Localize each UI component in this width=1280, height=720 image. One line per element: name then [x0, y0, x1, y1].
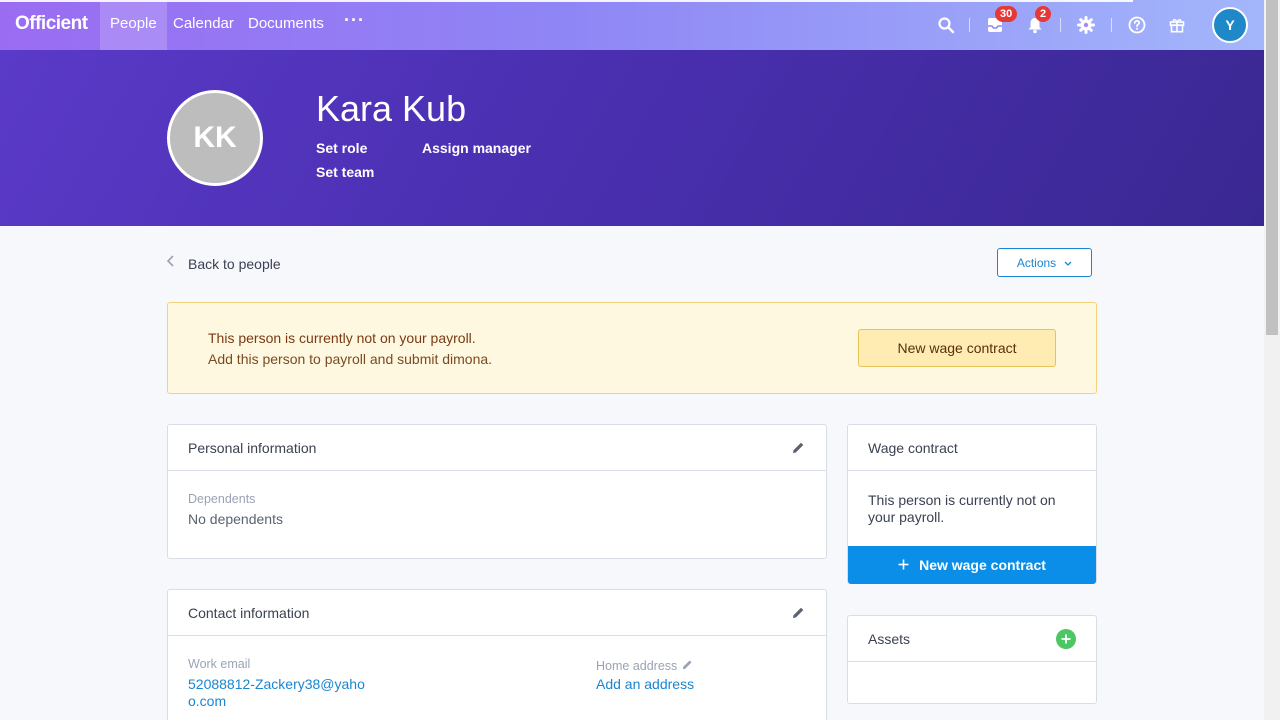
user-avatar[interactable]: Y — [1212, 7, 1248, 43]
new-wage-contract-button[interactable]: New wage contract — [848, 546, 1096, 584]
nav-item-documents[interactable]: Documents — [248, 0, 324, 50]
alert-title: This person is currently not on your pay… — [208, 330, 476, 346]
inbox-icon[interactable]: 30 — [983, 6, 1018, 37]
chevron-down-icon — [1064, 256, 1072, 270]
new-wage-contract-label: New wage contract — [919, 557, 1046, 573]
pencil-edit-icon[interactable] — [790, 440, 806, 456]
top-navigation: Officient People Calendar Documents ··· … — [0, 0, 1264, 50]
page-scrollbar[interactable] — [1264, 0, 1280, 720]
person-name: Kara Kub — [316, 88, 467, 129]
card-title: Contact information — [188, 604, 310, 621]
card-title: Assets — [868, 630, 911, 647]
card-title: Wage contract — [868, 439, 958, 456]
profile-avatar[interactable]: KK — [167, 90, 263, 186]
app-logo[interactable]: Officient — [15, 13, 88, 35]
gift-icon[interactable] — [1165, 13, 1189, 37]
alert-subtitle: Add this person to payroll and submit di… — [208, 351, 493, 367]
work-email-label: Work email — [188, 657, 251, 671]
scrollbar-thumb[interactable] — [1266, 0, 1278, 335]
inbox-count-badge: 30 — [995, 6, 1018, 22]
actions-label: Actions — [1016, 255, 1057, 270]
add-address-link[interactable]: Add an address — [596, 676, 694, 692]
home-address-label: Home address — [596, 659, 678, 673]
wage-contract-card: Wage contract This person is currently n… — [847, 424, 1097, 584]
card-header: Wage contract — [848, 425, 1096, 471]
wage-status-line2: your payroll. — [868, 509, 945, 525]
contact-information-card: Contact information Work email 52088812-… — [167, 589, 827, 720]
notifications-count-badge: 2 — [1035, 6, 1052, 22]
notifications-bell-icon[interactable]: 2 — [1023, 6, 1052, 37]
work-email-link-line2[interactable]: o.com — [188, 693, 226, 709]
pencil-edit-icon[interactable] — [682, 657, 693, 675]
nav-separator — [969, 18, 970, 32]
card-header: Contact information — [168, 590, 826, 636]
personal-information-card: Personal information Dependents No depen… — [167, 424, 827, 559]
plus-icon — [898, 557, 909, 573]
dependents-label: Dependents — [188, 492, 256, 506]
profile-header: KK Kara Kub Set role Assign manager Set … — [0, 50, 1264, 226]
pencil-edit-icon[interactable] — [790, 605, 806, 621]
card-header: Personal information — [168, 425, 826, 471]
assets-card: Assets — [847, 615, 1097, 704]
nav-item-people[interactable]: People — [100, 0, 167, 50]
more-menu-button[interactable]: ··· — [344, 10, 365, 31]
loading-progress-bar — [0, 0, 1133, 2]
payroll-warning-banner: This person is currently not on your pay… — [167, 302, 1097, 394]
dependents-value: No dependents — [188, 511, 283, 527]
back-to-people-link[interactable]: Back to people — [166, 254, 281, 273]
card-title: Personal information — [188, 439, 317, 456]
nav-separator — [1111, 18, 1112, 32]
add-asset-plus-icon[interactable] — [1056, 628, 1076, 649]
home-address-header: Home address — [596, 657, 693, 675]
assign-manager-link[interactable]: Assign manager — [422, 140, 531, 156]
new-wage-contract-banner-button[interactable]: New wage contract — [858, 329, 1056, 367]
search-icon[interactable] — [934, 13, 958, 37]
wage-status-line1: This person is currently not on — [868, 492, 1056, 508]
gear-icon[interactable] — [1074, 13, 1098, 37]
nav-item-calendar[interactable]: Calendar — [173, 0, 234, 50]
work-email-link-line1[interactable]: 52088812-Zackery38@yaho — [188, 676, 365, 692]
card-header: Assets — [848, 616, 1096, 662]
back-label: Back to people — [188, 255, 281, 272]
set-team-link[interactable]: Set team — [316, 164, 374, 180]
help-icon[interactable] — [1125, 13, 1149, 37]
chevron-left-icon — [166, 254, 176, 273]
set-role-link[interactable]: Set role — [316, 140, 367, 156]
actions-dropdown-button[interactable]: Actions — [997, 248, 1092, 277]
nav-separator — [1060, 18, 1061, 32]
